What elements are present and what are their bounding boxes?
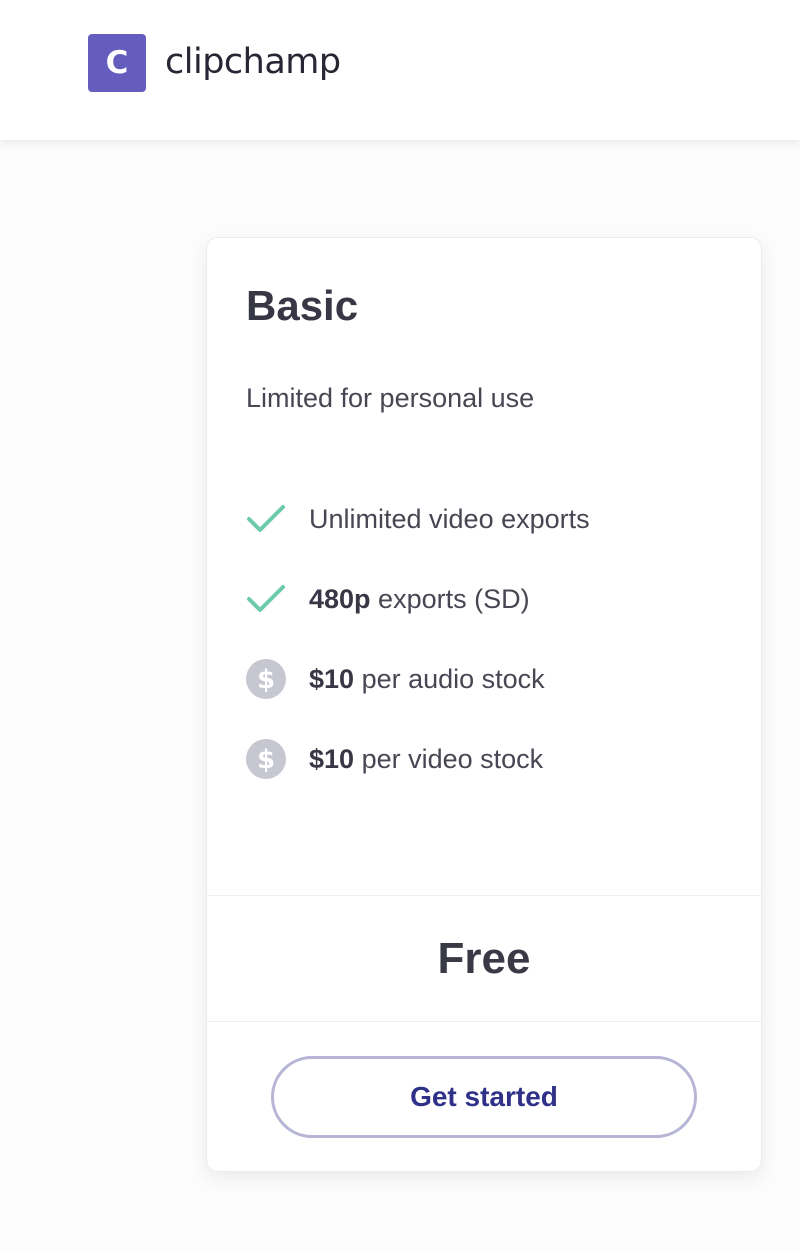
plan-card-basic: Basic Limited for personal use Unlimited… [206,237,762,1172]
feature-text: per audio stock [354,663,545,694]
plan-description: Limited for personal use [246,383,535,413]
feature-text: per video stock [354,743,544,774]
dollar-coin-icon: $ [246,739,290,779]
clipchamp-logo-icon[interactable]: C [88,34,146,92]
feature-list: Unlimited video exports 480p exports (SD… [246,499,590,819]
logo-letter: C [105,44,129,81]
feature-label: 480p exports (SD) [309,584,530,615]
svg-text:$: $ [257,745,275,775]
get-started-button[interactable]: Get started [271,1056,697,1138]
feature-label: $10 per video stock [309,744,543,775]
feature-highlight: 480p [309,583,371,614]
check-icon [246,579,290,619]
check-icon [246,499,290,539]
price-divider-bottom [207,1021,761,1022]
feature-item: $ $10 per video stock [246,739,590,779]
site-header: C clipchamp [0,0,800,140]
feature-highlight: $10 [309,743,355,774]
plan-name: Basic [246,282,359,329]
brand-name[interactable]: clipchamp [165,40,341,84]
svg-text:$: $ [257,665,275,695]
price-divider-top [207,895,761,896]
feature-item: Unlimited video exports [246,499,590,539]
dollar-coin-icon: $ [246,659,290,699]
feature-text: Unlimited video exports [309,503,590,534]
plan-price: Free [437,934,531,983]
feature-text: exports (SD) [370,583,530,614]
feature-label: Unlimited video exports [309,504,590,535]
feature-label: $10 per audio stock [309,664,545,695]
feature-item: $ $10 per audio stock [246,659,590,699]
feature-highlight: $10 [309,663,355,694]
feature-item: 480p exports (SD) [246,579,590,619]
